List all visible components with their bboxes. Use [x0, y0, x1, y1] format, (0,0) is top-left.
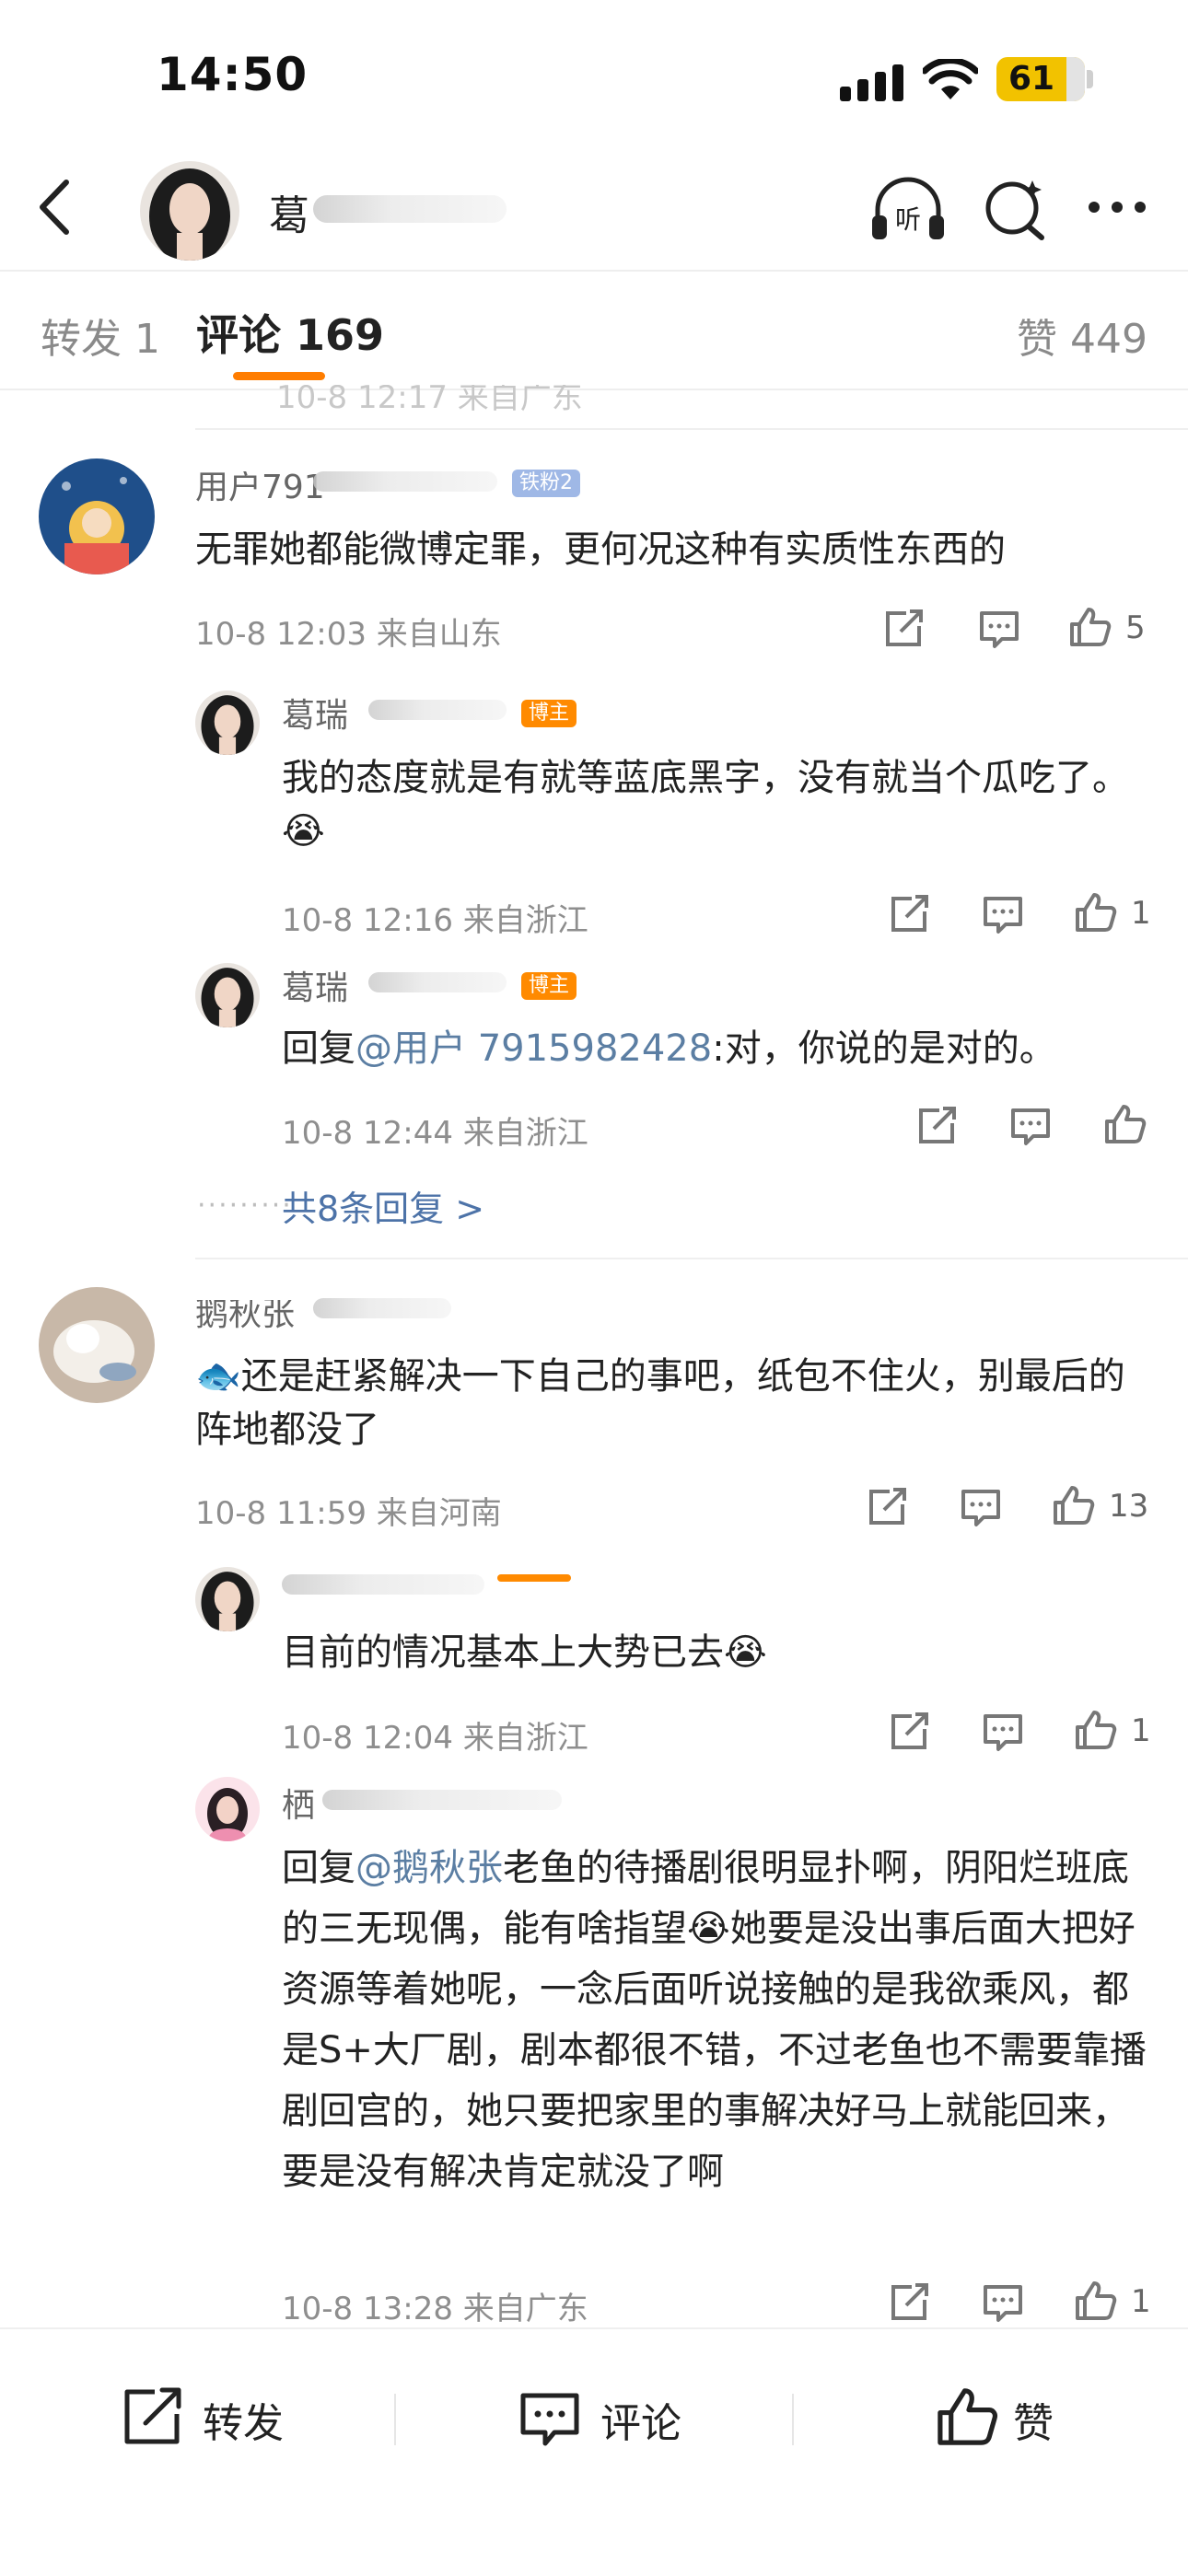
fan-badge: 铁粉2	[512, 470, 580, 497]
reply-username[interactable]: 栖	[282, 1779, 315, 1827]
mention-link[interactable]: @鹅秋张	[355, 1847, 503, 1889]
forward-button[interactable]: 转发	[203, 2390, 284, 2449]
bottom-toolbar: 转发 评论 赞	[0, 2327, 1188, 2576]
blurred-name-mask	[282, 1574, 484, 1595]
like-count: 13	[1109, 1488, 1149, 1525]
battery-tip	[1087, 70, 1093, 88]
comment-text: 无罪她都能微博定罪，更何况这种有实质性东西的	[195, 528, 1006, 571]
reply-avatar[interactable]	[195, 1567, 260, 1631]
blurred-name-mask	[313, 195, 507, 223]
blurred-name-mask	[368, 700, 507, 720]
comment-divider	[195, 428, 1188, 430]
share-icon[interactable]	[886, 891, 932, 937]
like-icon[interactable]	[1072, 889, 1118, 935]
battery-empty-portion	[1066, 57, 1085, 101]
reply-meta: 10-8 12:16 来自浙江	[282, 902, 588, 939]
active-tab-indicator	[233, 372, 325, 380]
like-icon[interactable]	[1066, 604, 1112, 650]
author-badge: 博主	[521, 972, 577, 1000]
back-icon[interactable]	[31, 177, 77, 238]
like-count: 5	[1125, 609, 1146, 646]
like-icon[interactable]	[1050, 1482, 1096, 1528]
blurred-name-mask	[368, 972, 507, 992]
more-options-icon[interactable]	[1085, 193, 1149, 221]
tab-forward[interactable]: 转发 1	[41, 306, 160, 365]
commenter-avatar[interactable]	[39, 458, 155, 574]
share-icon[interactable]	[880, 606, 926, 652]
cellular-signal-icon	[840, 64, 903, 101]
share-icon[interactable]	[886, 1709, 932, 1755]
reply-text: 回复@用户 7915982428:对，你说的是对的。	[282, 1022, 1147, 1075]
reply-text: 回复@鹅秋张老鱼的待播剧很明显扑啊，阴阳烂班底的三无现偶，能有啥指望😭她要是没出…	[282, 1838, 1147, 2202]
share-icon[interactable]	[864, 1484, 910, 1530]
discover-icon[interactable]	[981, 175, 1047, 241]
battery-indicator: 61	[996, 57, 1085, 101]
reply-body: 老鱼的待播剧很明显扑啊，阴阳烂班底的三无现偶，能有啥指望😭她要是没出事后面大把好…	[282, 1847, 1147, 2193]
wifi-icon	[923, 59, 978, 99]
forward-icon[interactable]	[120, 2385, 184, 2449]
reply-meta: 10-8 12:04 来自浙江	[282, 1720, 588, 1757]
like-icon[interactable]	[1072, 1707, 1118, 1753]
reply-meta: 10-8 12:44 来自浙江	[282, 1115, 588, 1152]
like-icon[interactable]	[1101, 1101, 1147, 1147]
comment-icon[interactable]	[980, 1709, 1026, 1755]
tabbar-top-border	[0, 270, 1188, 272]
author-badge: 博主	[521, 700, 577, 727]
tab-comments[interactable]: 评论 169	[196, 302, 384, 363]
tab-likes[interactable]: 赞 449	[1017, 306, 1147, 365]
like-count: 1	[1131, 895, 1151, 932]
comment-icon[interactable]	[1007, 1103, 1054, 1149]
comment-icon[interactable]	[980, 2280, 1026, 2326]
thread-dots: ·········	[197, 1189, 293, 1222]
svg-text:听: 听	[895, 204, 921, 235]
comment-meta: 10-8 11:59 来自河南	[195, 1495, 502, 1532]
comment-icon[interactable]	[976, 606, 1022, 652]
comment-icon[interactable]	[980, 891, 1026, 937]
author-avatar[interactable]	[140, 161, 239, 261]
reply-avatar[interactable]	[195, 690, 260, 755]
reply-prefix: 回复	[282, 1027, 355, 1070]
author-badge	[497, 1574, 571, 1582]
reply-body: :对，你说的是对的。	[712, 1027, 1056, 1070]
share-icon[interactable]	[914, 1103, 960, 1149]
toolbar-separator	[394, 2394, 396, 2445]
comment-icon[interactable]	[518, 2386, 582, 2451]
battery-level: 61	[1007, 60, 1055, 98]
reply-username[interactable]: 葛瑞	[282, 698, 348, 737]
reply-text: 我的态度就是有就等蓝底黑字，没有就当个瓜吃了。😭	[282, 757, 1129, 853]
listen-icon[interactable]: 听	[870, 175, 946, 245]
author-name[interactable]: 葛	[269, 182, 309, 241]
commenter-avatar[interactable]	[39, 1287, 155, 1403]
like-icon[interactable]	[932, 2383, 1000, 2451]
comment-icon[interactable]	[958, 1484, 1004, 1530]
reply-prefix: 回复	[282, 1847, 355, 1889]
comment-username[interactable]: 用户791	[195, 471, 325, 508]
like-button[interactable]: 赞	[1013, 2390, 1054, 2449]
comment-divider	[195, 1258, 1188, 1259]
comment-text: 🐟还是赶紧解决一下自己的事吧，纸包不住火，别最后的阵地都没了	[195, 1355, 1125, 1451]
mention-link[interactable]: @用户 7915982428	[355, 1027, 712, 1070]
more-replies-link[interactable]: 共8条回复 >	[282, 1180, 484, 1231]
blurred-name-mask	[313, 471, 497, 492]
share-icon[interactable]	[886, 2280, 932, 2326]
blurred-name-mask	[313, 1298, 451, 1318]
reply-avatar[interactable]	[195, 1777, 260, 1841]
comment-button[interactable]: 评论	[600, 2390, 681, 2449]
comment-meta: 10-8 12:03 来自山东	[195, 616, 502, 653]
like-icon[interactable]	[1072, 2278, 1118, 2324]
reply-username[interactable]: 葛瑞	[282, 967, 348, 1009]
like-count: 1	[1131, 2283, 1151, 2320]
comment-username[interactable]: 鹅秋张	[195, 1300, 295, 1335]
reply-text: 目前的情况基本上大势已去😭	[282, 1631, 767, 1674]
tabbar-bottom-border	[0, 389, 1188, 390]
reply-avatar[interactable]	[195, 963, 260, 1027]
toolbar-separator	[792, 2394, 794, 2445]
status-time: 14:50	[157, 48, 309, 101]
like-count: 1	[1131, 1712, 1151, 1749]
blurred-name-mask	[322, 1790, 562, 1810]
reply-meta: 10-8 13:28 来自广东	[282, 2291, 588, 2327]
